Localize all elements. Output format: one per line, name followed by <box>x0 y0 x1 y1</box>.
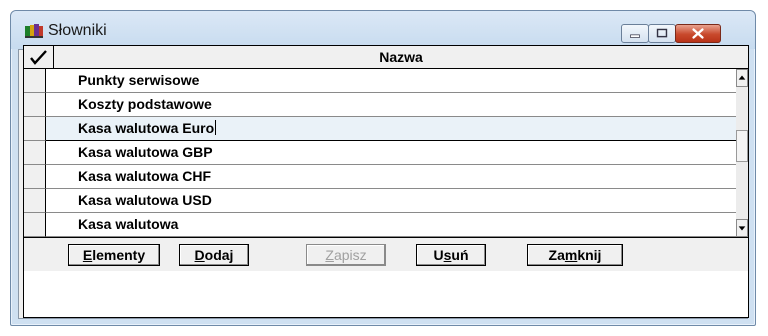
mnemonic-letter: m <box>564 247 578 263</box>
checkmark-icon <box>30 50 47 65</box>
minimize-icon <box>630 34 640 38</box>
mnemonic-letter: D <box>194 247 205 263</box>
button-label: lementy <box>92 247 146 263</box>
usun-button[interactable]: Usuń <box>416 244 486 266</box>
button-label-end: knij <box>577 247 602 263</box>
row-name-cell[interactable]: Kasa walutowa GBP <box>46 141 736 165</box>
scroll-up-button[interactable] <box>736 69 748 87</box>
maximize-icon <box>656 28 668 38</box>
app-icon <box>25 24 43 38</box>
maximize-button[interactable] <box>648 24 676 43</box>
row-name-cell[interactable]: Punkty serwisowe <box>46 69 736 93</box>
row-selector[interactable] <box>24 117 46 141</box>
mnemonic-letter: Z <box>325 247 334 263</box>
check-column-header[interactable] <box>24 46 54 69</box>
row-selector[interactable] <box>24 165 46 189</box>
title-bar[interactable]: Słowniki <box>11 11 755 49</box>
close-button[interactable] <box>675 24 721 43</box>
row-selector[interactable] <box>24 141 46 165</box>
arrow-down-icon <box>738 226 746 231</box>
zapisz-button[interactable]: Zapisz <box>306 244 386 266</box>
row-selector[interactable] <box>24 189 46 213</box>
button-label-end: uń <box>451 247 469 263</box>
zamknij-button[interactable]: Zamknij <box>527 244 623 266</box>
table-row[interactable]: Koszty podstawowe <box>24 93 736 117</box>
dictionary-window: Słowniki Nazwa Punkty serwisowe Koszty p… <box>10 10 756 326</box>
button-label: apisz <box>333 247 367 263</box>
mnemonic-letter: E <box>82 247 93 263</box>
dictionary-grid: Nazwa Punkty serwisowe Koszty podstawowe… <box>23 45 749 318</box>
window-title: Słowniki <box>48 22 107 39</box>
text-caret <box>215 120 217 135</box>
row-selector[interactable] <box>24 69 46 93</box>
row-name-cell[interactable]: Kasa walutowa <box>46 213 736 237</box>
table-row[interactable]: Kasa walutowa GBP <box>24 141 736 165</box>
table-row-current[interactable]: Kasa walutowa Euro <box>24 117 736 141</box>
dodaj-button[interactable]: Dodaj <box>179 244 249 266</box>
table-row[interactable]: Punkty serwisowe <box>24 69 736 93</box>
row-name-cell[interactable]: Kasa walutowa CHF <box>46 165 736 189</box>
row-name-cell[interactable]: Kasa walutowa USD <box>46 189 736 213</box>
vertical-scrollbar[interactable] <box>736 69 748 237</box>
row-selector[interactable] <box>24 93 46 117</box>
button-label: odaj <box>204 247 234 263</box>
table-row[interactable]: Kasa walutowa USD <box>24 189 736 213</box>
button-label-start: Za <box>548 247 565 263</box>
button-bar: Elementy Dodaj Zapisz Usuń Zamknij <box>24 237 748 271</box>
close-icon <box>692 28 704 39</box>
table-row[interactable]: Kasa walutowa CHF <box>24 165 736 189</box>
scroll-down-button[interactable] <box>736 219 748 237</box>
name-column-header[interactable]: Nazwa <box>54 46 748 69</box>
row-selector[interactable] <box>24 213 46 237</box>
button-label-start: U <box>433 247 444 263</box>
arrow-up-icon <box>738 75 746 80</box>
minimize-button[interactable] <box>621 24 649 43</box>
scroll-thumb[interactable] <box>736 130 748 162</box>
grid-rows: Punkty serwisowe Koszty podstawowe Kasa … <box>24 69 736 237</box>
row-name-cell[interactable]: Koszty podstawowe <box>46 93 736 117</box>
row-name-cell-editing[interactable]: Kasa walutowa Euro <box>46 117 736 141</box>
row-name-text: Kasa walutowa Euro <box>78 120 215 136</box>
elementy-button[interactable]: Elementy <box>68 244 160 266</box>
table-row[interactable]: Kasa walutowa <box>24 213 736 237</box>
